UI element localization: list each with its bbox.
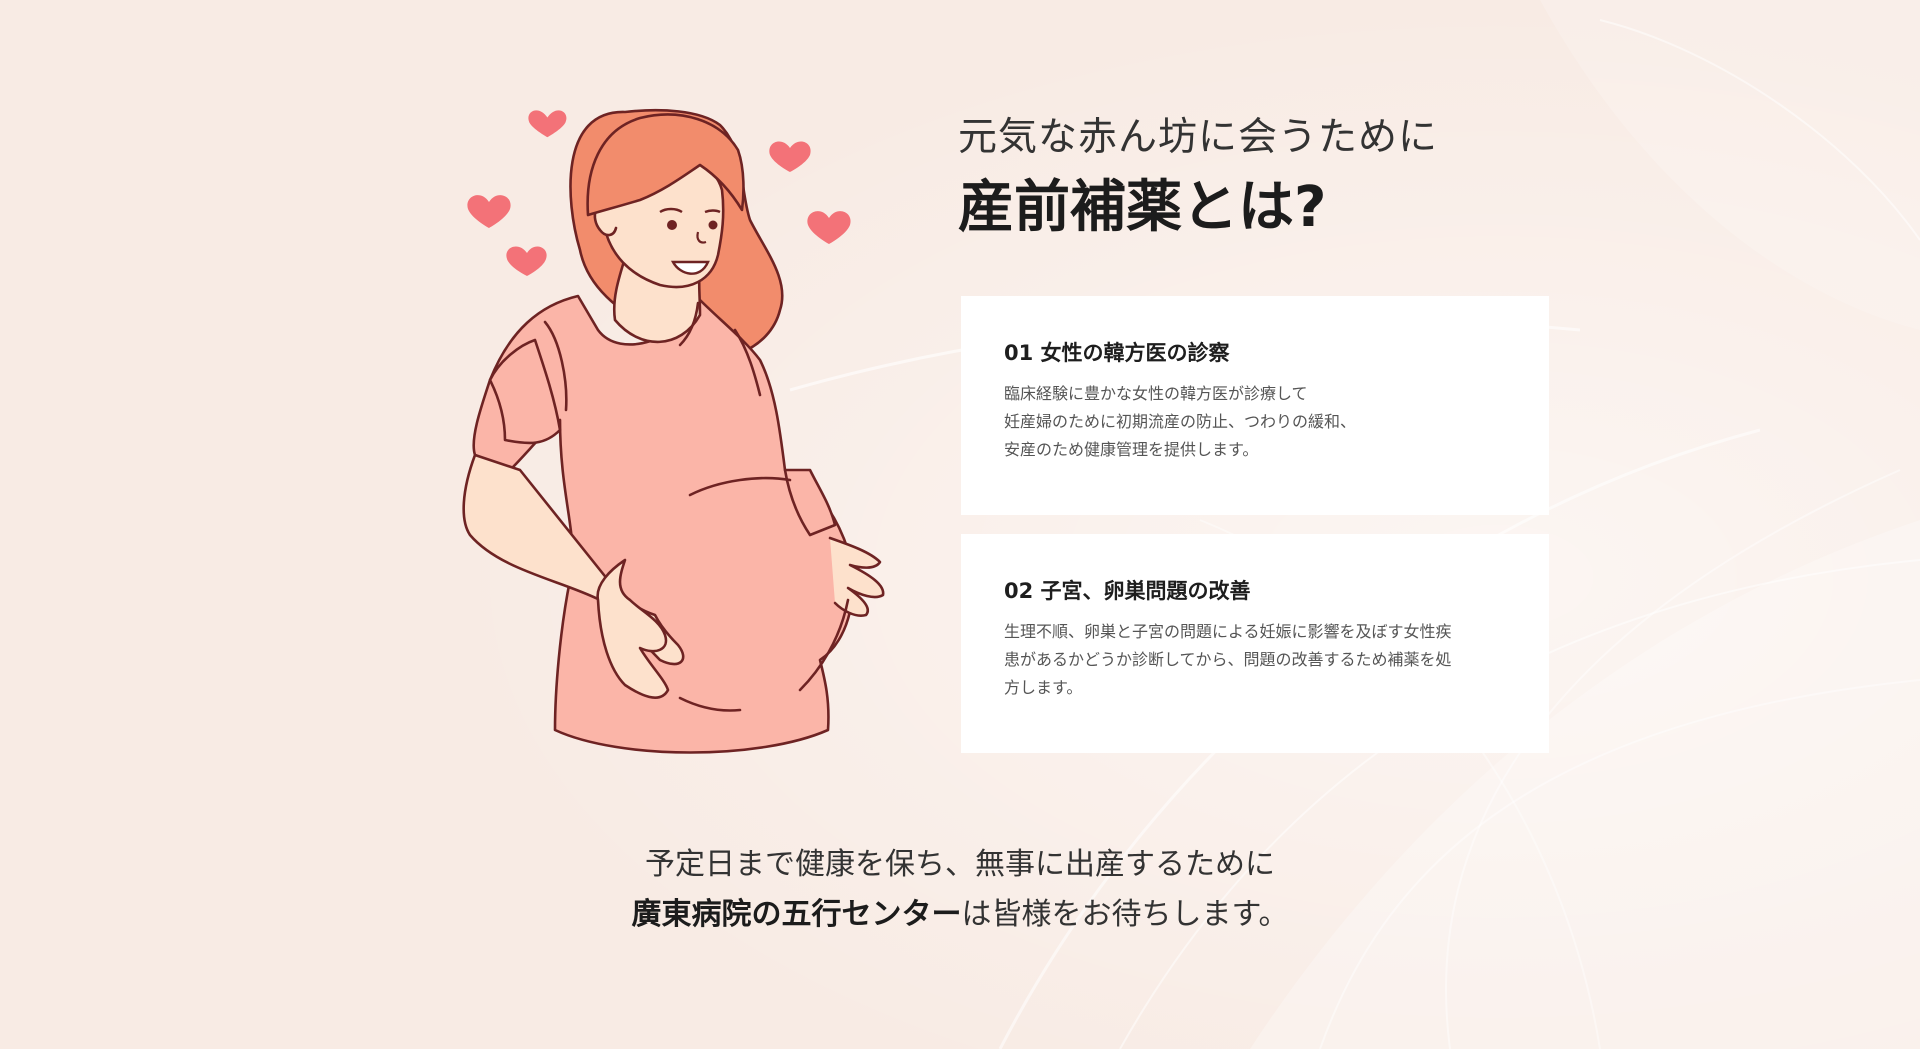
heart-icon bbox=[807, 211, 851, 244]
heart-icon bbox=[769, 141, 811, 172]
card-title: 02 子宮、卵巣問題の改善 bbox=[1004, 579, 1251, 603]
card-body: 生理不順、卵巣と子宮の問題による妊娠に影響を及ぼす女性疾 患があるかどうか診断し… bbox=[1004, 622, 1452, 697]
service-card-consultation: 01 女性の韓方医の診察 臨床経験に豊かな女性の韓方医が診療して 妊産婦のために… bbox=[961, 296, 1549, 515]
heart-icon bbox=[528, 110, 567, 138]
closing-line-1: 予定日まで健康を保ち、無事に出産するために bbox=[645, 847, 1275, 882]
card-body: 臨床経験に豊かな女性の韓方医が診療して 妊産婦のために初期流産の防止、つわりの緩… bbox=[1004, 384, 1357, 459]
center-name: 廣東病院の五行センター bbox=[631, 897, 962, 932]
closing-line-2-rest: は皆様をお待ちします。 bbox=[961, 897, 1289, 932]
card-title: 01 女性の韓方医の診察 bbox=[1004, 341, 1230, 365]
closing-line-2: 廣東病院の五行センターは皆様をお待ちします。 bbox=[0, 890, 1920, 940]
service-card-uterus-ovary: 02 子宮、卵巣問題の改善 生理不順、卵巣と子宮の問題による妊娠に影響を及ぼす女… bbox=[961, 534, 1549, 753]
section-subtitle: 元気な赤ん坊に会うために bbox=[958, 115, 1439, 160]
section-title: 産前補薬とは? bbox=[958, 175, 1327, 240]
heart-icon bbox=[506, 246, 547, 276]
heart-icon bbox=[467, 195, 511, 228]
heading-block: 元気な赤ん坊に会うために 産前補薬とは? bbox=[958, 108, 1598, 246]
pregnant-woman-illustration bbox=[462, 108, 885, 754]
closing-message: 予定日まで健康を保ち、無事に出産するために 廣東病院の五行センターは皆様をお待ち… bbox=[0, 840, 1920, 940]
